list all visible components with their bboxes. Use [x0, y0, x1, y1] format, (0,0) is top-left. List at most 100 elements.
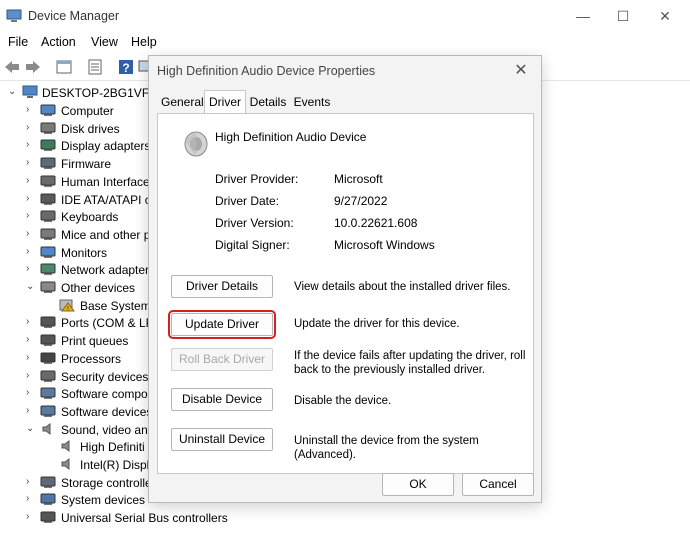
tree-item-label: Other devices	[61, 281, 136, 295]
driver-details-button[interactable]: Driver Details	[171, 275, 273, 298]
update-driver-button[interactable]: Update Driver	[168, 310, 276, 339]
chevron-right-icon[interactable]: ›	[26, 193, 36, 204]
tree-item-label: System devices	[61, 493, 146, 508]
driver-tab-panel: High Definition Audio Device Driver Prov…	[157, 113, 534, 474]
tree-item-label: Ports (COM & LP	[61, 316, 154, 331]
tree-item-label: Computer	[61, 104, 114, 118]
properties-toolbar-icon[interactable]	[55, 58, 73, 76]
list-view-icon[interactable]	[86, 58, 104, 76]
dialog-title: High Definition Audio Device Properties	[157, 64, 376, 78]
title-bar: Device Manager — ☐ ✕	[0, 0, 690, 32]
monitor-icon	[40, 246, 56, 258]
tree-item-label: Intel(R) Displ	[80, 458, 150, 472]
chevron-right-icon[interactable]: ›	[26, 494, 36, 504]
driver-version-value: 10.0.22621.608	[334, 216, 418, 230]
close-button[interactable]: ✕	[650, 6, 680, 26]
speaker-icon	[61, 458, 70, 470]
chevron-right-icon[interactable]: ›	[26, 512, 36, 522]
chevron-right-icon[interactable]: ›	[26, 317, 36, 327]
tree-item-label: Software compo	[61, 387, 148, 402]
disk-drive-icon	[40, 122, 56, 134]
chevron-right-icon[interactable]: ›	[26, 211, 36, 221]
menu-help[interactable]: Help	[131, 35, 157, 49]
chevron-right-icon[interactable]: ›	[26, 370, 36, 381]
tree-item-label: Universal Serial Bus controllers	[61, 511, 228, 526]
tree-item-label: Network adapter	[61, 263, 150, 278]
tree-item-label: Human Interface	[61, 174, 150, 189]
chevron-right-icon[interactable]: ›	[26, 158, 36, 168]
digital-signer-key: Digital Signer:	[215, 238, 290, 252]
tab-events[interactable]: Events	[293, 93, 331, 112]
chevron-down-icon[interactable]: ⌄	[8, 87, 18, 97]
ok-button[interactable]: OK	[382, 473, 454, 496]
mouse-icon	[40, 228, 56, 240]
driver-date-value: 9/27/2022	[334, 194, 388, 208]
chevron-down-icon[interactable]: ⌄	[26, 423, 36, 434]
chevron-down-icon[interactable]: ⌄	[26, 282, 36, 292]
chevron-right-icon[interactable]: ›	[26, 405, 36, 416]
speaker-icon	[184, 131, 208, 157]
tree-item-label: Security devices	[61, 369, 149, 384]
tree-item-label: Storage controlle	[61, 475, 152, 490]
tree-item-label: Monitors	[61, 245, 108, 260]
ports-icon	[40, 316, 56, 329]
tree-item-label: Display adapters	[61, 139, 151, 154]
digital-signer-value: Microsoft Windows	[334, 238, 435, 252]
security-icon	[40, 370, 56, 382]
tree-item-label: Print queues	[61, 334, 129, 349]
dialog-close-icon[interactable]: ✕	[511, 60, 531, 80]
chevron-right-icon[interactable]: ›	[26, 476, 36, 487]
chevron-right-icon[interactable]: ›	[26, 175, 36, 186]
menu-file[interactable]: File	[8, 35, 28, 49]
chevron-right-icon[interactable]: ›	[26, 122, 36, 133]
tab-details[interactable]: Details	[249, 93, 287, 112]
speaker-icon	[42, 422, 51, 435]
menu-bar: File Action View Help	[0, 32, 690, 54]
driver-details-desc: View details about the installed driver …	[294, 281, 511, 293]
help-icon[interactable]: ?	[117, 58, 135, 76]
back-arrow-icon[interactable]	[3, 58, 21, 76]
other-devices-icon	[40, 281, 56, 293]
svg-text:?: ?	[122, 61, 129, 75]
driver-provider-key: Driver Provider:	[215, 172, 299, 186]
chevron-right-icon[interactable]: ›	[26, 352, 36, 363]
uninstall-device-desc: Uninstall the device from the system (Ad…	[294, 435, 479, 461]
menu-action[interactable]: Action	[41, 35, 76, 49]
chevron-right-icon[interactable]: ›	[26, 105, 36, 115]
disable-device-button[interactable]: Disable Device	[171, 388, 273, 411]
processor-icon	[40, 352, 56, 364]
computer-root-icon	[22, 85, 38, 98]
chevron-right-icon[interactable]: ›	[26, 335, 36, 345]
chevron-right-icon[interactable]: ›	[26, 140, 36, 150]
chevron-right-icon[interactable]: ›	[26, 246, 36, 257]
uninstall-device-button[interactable]: Uninstall Device	[171, 428, 273, 451]
cancel-button[interactable]: Cancel	[462, 473, 534, 496]
tree-item-label: Disk drives	[61, 121, 120, 136]
tree-item-label: Keyboards	[61, 210, 119, 225]
speaker-icon	[61, 440, 70, 453]
display-adapter-icon	[40, 139, 56, 152]
driver-version-key: Driver Version:	[215, 216, 294, 230]
printer-icon	[40, 334, 56, 347]
ide-icon	[40, 193, 56, 205]
chevron-right-icon[interactable]: ›	[26, 388, 36, 398]
maximize-button[interactable]: ☐	[608, 6, 638, 26]
tree-item-label: High Definiti	[80, 440, 145, 455]
tree-item-label: IDE ATA/ATAPI cc	[61, 192, 157, 207]
tab-driver[interactable]: Driver	[204, 90, 246, 114]
system-icon	[40, 493, 56, 506]
usb-icon	[40, 511, 56, 524]
tree-root-label: DESKTOP-2BG1VF6	[42, 86, 156, 100]
minimize-button[interactable]: —	[568, 6, 598, 26]
update-driver-desc: Update the driver for this device.	[294, 318, 460, 330]
forward-arrow-icon[interactable]	[24, 58, 42, 76]
storage-icon	[40, 476, 56, 488]
menu-view[interactable]: View	[91, 35, 118, 49]
roll-back-driver-button[interactable]: Roll Back Driver	[171, 348, 273, 371]
chevron-right-icon[interactable]: ›	[26, 264, 36, 274]
tree-item-label: Software devices	[61, 404, 153, 419]
device-manager-app-icon	[6, 9, 22, 22]
chevron-right-icon[interactable]: ›	[26, 228, 36, 239]
tree-item-label: Sound, video and	[61, 422, 155, 437]
tab-general[interactable]: General	[161, 93, 204, 112]
